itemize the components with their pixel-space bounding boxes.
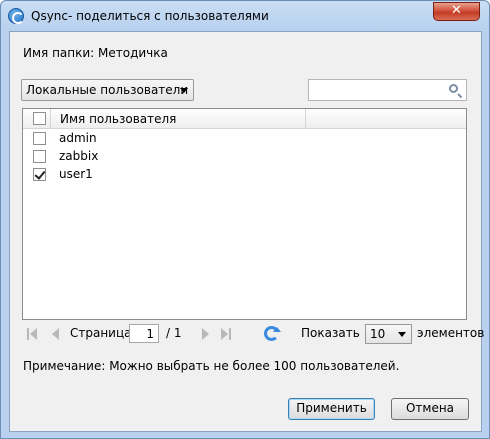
qsync-app-icon (8, 8, 24, 24)
page-total: / 1 (166, 326, 182, 340)
column-divider (305, 109, 306, 129)
refresh-icon[interactable] (264, 326, 281, 341)
chevron-down-icon (180, 88, 188, 93)
select-all-checkbox[interactable] (33, 112, 46, 125)
close-button[interactable]: ✕ (433, 2, 480, 21)
column-divider (50, 109, 51, 129)
folder-name-label: Имя папки: Методичка (23, 46, 168, 60)
user-type-dropdown[interactable]: Локальные пользователи (21, 79, 194, 101)
table-row[interactable]: admin (23, 130, 466, 148)
prev-page-icon[interactable] (52, 328, 59, 340)
table-row[interactable]: user1 (23, 166, 466, 184)
search-input[interactable] (308, 79, 467, 101)
row-checkbox[interactable] (33, 150, 46, 163)
title-bar[interactable]: Qsync- поделиться с пользователями ✕ (1, 1, 489, 31)
row-checkbox-checked[interactable] (33, 168, 46, 181)
items-label: элементов (417, 326, 485, 340)
last-page-icon[interactable] (221, 328, 228, 340)
page-number-input[interactable]: 1 (129, 324, 159, 343)
username-cell: zabbix (59, 149, 99, 163)
limit-note: Примечание: Можно выбрать не более 100 п… (23, 359, 400, 373)
pagination-bar: Страница 1 / 1 Показать 10 элементов (22, 323, 484, 345)
user-type-selected: Локальные пользователи (26, 83, 189, 97)
column-header-username[interactable]: Имя пользователя (60, 112, 176, 126)
first-page-bar-icon (27, 328, 29, 340)
cancel-button[interactable]: Отмена (391, 398, 469, 420)
apply-button[interactable]: Применить (288, 398, 375, 420)
window-title: Qsync- поделиться с пользователями (31, 9, 269, 23)
table-row[interactable]: zabbix (23, 148, 466, 166)
page-label: Страница (70, 326, 132, 340)
dialog-window: Qsync- поделиться с пользователями ✕ Имя… (0, 0, 490, 439)
chevron-down-icon (398, 332, 406, 337)
dialog-body: Имя папки: Методичка Локальные пользоват… (9, 31, 484, 432)
page-size-dropdown[interactable]: 10 (365, 324, 412, 344)
last-page-bar-icon (229, 328, 231, 340)
users-table: Имя пользователя admin zabbix user1 (22, 108, 467, 320)
show-label: Показать (301, 326, 360, 340)
row-checkbox[interactable] (33, 132, 46, 145)
search-icon[interactable] (449, 84, 458, 93)
username-cell: user1 (59, 167, 93, 181)
page-size-value: 10 (370, 327, 386, 341)
first-page-icon[interactable] (30, 328, 37, 340)
username-cell: admin (59, 131, 97, 145)
next-page-icon[interactable] (202, 328, 209, 340)
table-header: Имя пользователя (23, 109, 466, 129)
